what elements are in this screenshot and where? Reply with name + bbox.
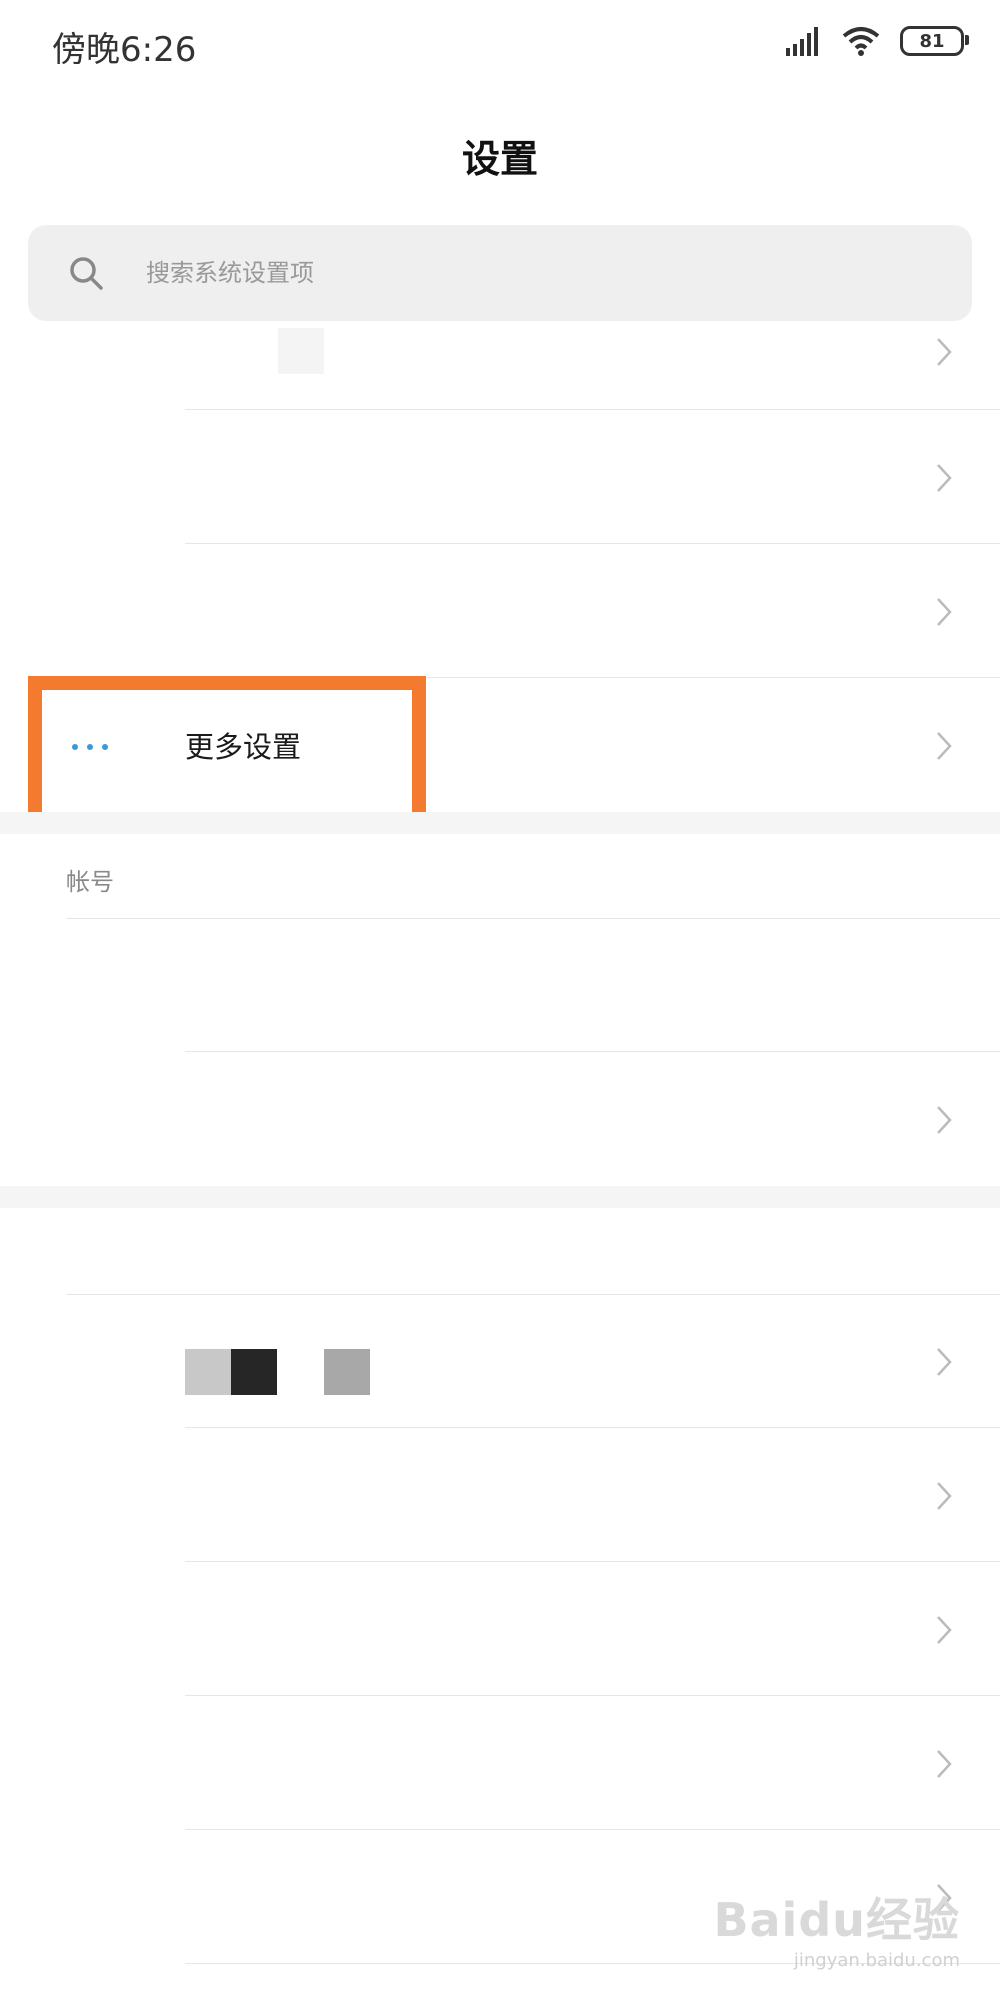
row-divider (185, 543, 1000, 544)
page-title: 设置 (461, 137, 538, 181)
battery-level: 81 (919, 30, 945, 52)
signal-icon (786, 27, 818, 56)
status-time: 傍晚6:26 (52, 30, 197, 70)
status-bar: 傍晚6:26 81 (0, 0, 1000, 90)
row-divider (185, 409, 1000, 410)
chevron-right-icon (937, 464, 952, 492)
row-divider (185, 1829, 1000, 1830)
settings-row[interactable] (0, 1698, 1000, 1830)
chevron-right-icon (937, 1750, 952, 1778)
row-icon-block (185, 1349, 231, 1395)
settings-row[interactable] (0, 280, 1000, 410)
row-icon-block (324, 1349, 370, 1395)
row-icon-placeholder (278, 328, 324, 374)
section-separator (0, 812, 1000, 834)
highlight-annotation (28, 676, 426, 831)
row-divider (185, 1695, 1000, 1696)
chevron-right-icon (937, 1482, 952, 1510)
settings-row[interactable] (0, 1430, 1000, 1562)
settings-row[interactable] (0, 1296, 1000, 1428)
row-divider (185, 1427, 1000, 1428)
settings-row[interactable] (0, 412, 1000, 544)
watermark-url: jingyan.baidu.com (793, 1950, 960, 1971)
row-divider (185, 1561, 1000, 1562)
section-divider (66, 918, 1000, 919)
section-label-account: 帐号 (66, 868, 114, 896)
status-icons: 81 (784, 26, 969, 56)
section-separator (0, 1186, 1000, 1208)
account-row[interactable] (0, 920, 1000, 1052)
row-divider (185, 1051, 1000, 1052)
chevron-right-icon (937, 1106, 952, 1134)
wifi-icon (842, 27, 880, 56)
chevron-right-icon (937, 338, 952, 366)
section-divider (66, 1294, 1000, 1295)
chevron-right-icon (937, 1348, 952, 1376)
watermark-logo: Baidu经验 (713, 1893, 960, 1947)
account-row[interactable] (0, 1054, 1000, 1186)
battery-icon: 81 (900, 26, 969, 56)
chevron-right-icon (937, 732, 952, 760)
row-icon-block (231, 1349, 277, 1395)
settings-row[interactable] (0, 1564, 1000, 1696)
chevron-right-icon (937, 1616, 952, 1644)
settings-row[interactable] (0, 546, 1000, 678)
chevron-right-icon (937, 598, 952, 626)
